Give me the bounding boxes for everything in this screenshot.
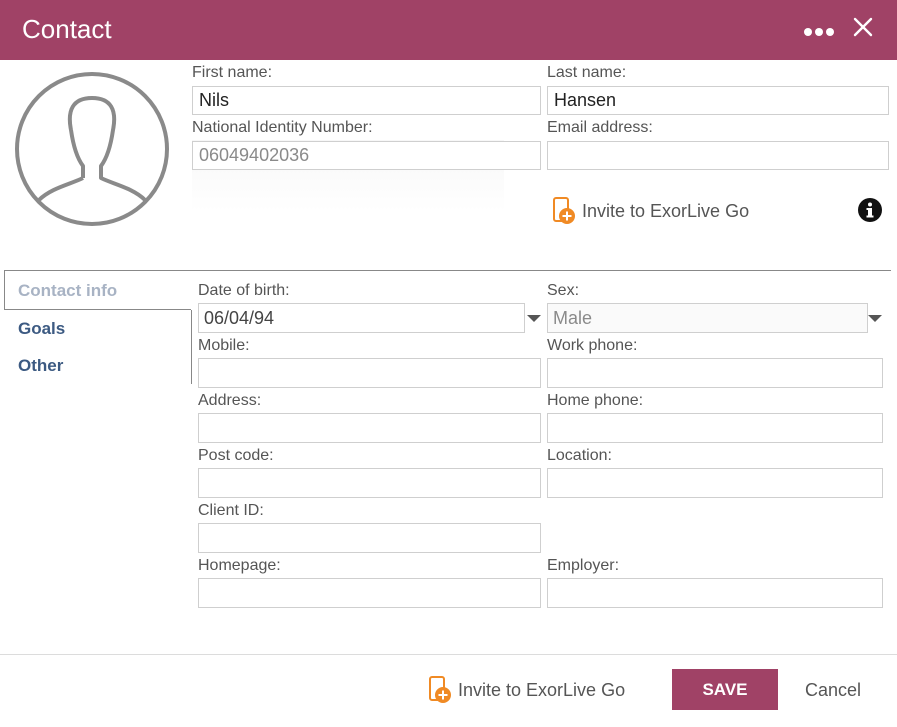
employer-label: Employer: xyxy=(547,557,620,574)
first-name-input[interactable] xyxy=(192,86,541,115)
last-name-input[interactable] xyxy=(547,86,889,115)
dob-input[interactable]: 06/04/94 xyxy=(198,303,525,333)
tab-other[interactable]: Other xyxy=(18,356,63,376)
mobile-label: Mobile: xyxy=(198,337,250,354)
last-name-label: Last name: xyxy=(547,64,627,81)
client-id-input[interactable] xyxy=(198,523,541,553)
footer-divider xyxy=(0,654,897,655)
footer-invite-exorlive-go-button[interactable]: Invite to ExorLive Go xyxy=(428,676,625,704)
homepage-input[interactable] xyxy=(198,578,541,608)
post-code-label: Post code: xyxy=(198,447,274,464)
footer-invite-label: Invite to ExorLive Go xyxy=(458,679,626,700)
home-phone-input[interactable] xyxy=(547,413,883,443)
post-code-input[interactable] xyxy=(198,468,541,498)
invite-phone-icon xyxy=(429,676,451,703)
dob-label: Date of birth: xyxy=(198,282,290,299)
avatar-icon[interactable] xyxy=(13,70,171,228)
mobile-input[interactable] xyxy=(198,358,541,388)
location-label: Location: xyxy=(547,447,612,464)
homepage-label: Homepage: xyxy=(198,557,281,574)
invite-exorlive-go-link[interactable]: Invite to ExorLive Go xyxy=(552,197,749,225)
close-icon[interactable] xyxy=(852,16,874,38)
tab-contact-info[interactable]: Contact info xyxy=(18,281,117,301)
sex-label: Sex: xyxy=(547,282,580,299)
location-input[interactable] xyxy=(547,468,883,498)
sex-dropdown-icon[interactable] xyxy=(868,315,882,322)
tab-goals[interactable]: Goals xyxy=(18,319,65,339)
first-name-label: First name: xyxy=(192,64,273,81)
email-input[interactable] xyxy=(547,141,889,170)
invite-phone-icon xyxy=(553,197,575,224)
cancel-button[interactable]: Cancel xyxy=(795,676,871,704)
client-id-label: Client ID: xyxy=(198,502,264,519)
info-icon[interactable] xyxy=(857,197,883,223)
sex-select[interactable]: Male xyxy=(547,303,868,333)
email-label: Email address: xyxy=(547,119,653,136)
work-phone-label: Work phone: xyxy=(547,337,638,354)
employer-input[interactable] xyxy=(547,578,883,608)
more-options-icon[interactable] xyxy=(804,26,834,38)
address-input[interactable] xyxy=(198,413,541,443)
tabs-vertical-divider xyxy=(191,310,192,384)
work-phone-input[interactable] xyxy=(547,358,883,388)
invite-label: Invite to ExorLive Go xyxy=(582,200,750,221)
nin-label: National Identity Number: xyxy=(192,119,373,136)
dialog-header: Contact xyxy=(0,0,897,60)
dob-dropdown-icon[interactable] xyxy=(527,315,541,322)
save-button[interactable]: SAVE xyxy=(672,669,778,710)
dialog-title: Contact xyxy=(22,14,112,44)
address-label: Address: xyxy=(198,392,262,409)
home-phone-label: Home phone: xyxy=(547,392,644,409)
nin-input[interactable] xyxy=(192,141,541,170)
